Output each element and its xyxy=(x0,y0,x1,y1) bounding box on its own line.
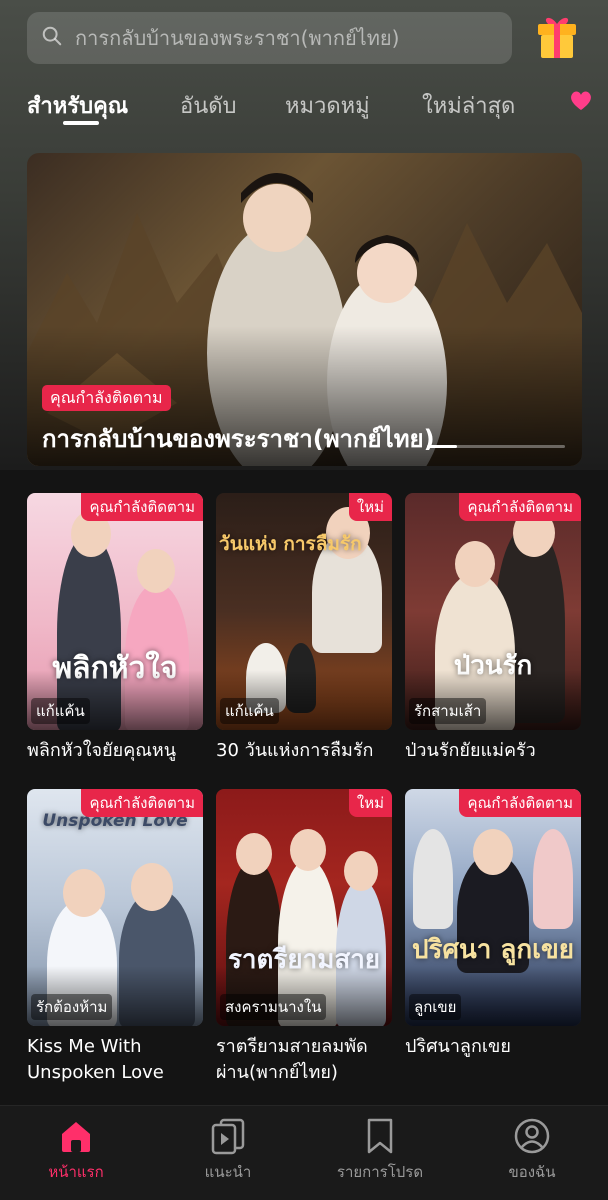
poster: ปริศนา ลูกเขย คุณกำลังติดตาม ลูกเขย xyxy=(405,789,581,1026)
poster-art-title: 30 วันแห่ง การลืมรัก xyxy=(216,533,362,555)
following-tag: คุณกำลังติดตาม xyxy=(459,493,581,521)
hero-title: การกลับบ้านของพระราชา(พากย์ไทย) xyxy=(42,425,435,453)
genre-label: แก้แค้น xyxy=(220,698,279,724)
card-title: ป่วนรักยัยแม่ครัว xyxy=(405,740,536,761)
nav-label: ของฉัน xyxy=(508,1163,556,1181)
drama-card[interactable]: Unspoken Love คุณกำลังติดตาม รักต้องห้าม… xyxy=(27,789,203,1086)
heart-icon xyxy=(571,91,591,110)
poster: ราตรียามสาย ใหม่ สงครามนางใน xyxy=(216,789,392,1026)
following-badge: คุณกำลังติดตาม xyxy=(42,385,171,411)
new-tag: ใหม่ xyxy=(348,493,392,521)
poster: ป่วนรัก คุณกำลังติดตาม รักสามเส้า xyxy=(405,493,581,730)
card-title: พลิกหัวใจยัยคุณหนู xyxy=(27,740,177,761)
bookmark-icon xyxy=(367,1118,393,1154)
play-stack-icon xyxy=(211,1118,245,1155)
category-tabs: สำหรับคุณ อันดับ หมวดหมู่ ใหม่ล่าสุด xyxy=(27,88,608,128)
card-title: 30 วันแห่งการลืมรัก xyxy=(216,740,374,761)
nav-profile[interactable]: ของฉัน xyxy=(456,1116,608,1184)
genre-label: แก้แค้น xyxy=(31,698,90,724)
following-tag: คุณกำลังติดตาม xyxy=(81,493,203,521)
nav-recommend[interactable]: แนะนำ xyxy=(152,1116,304,1184)
drama-card[interactable]: 30 วันแห่ง การลืมรัก ใหม่ แก้แค้น 30 วัน… xyxy=(216,493,392,764)
nav-label: แนะนำ xyxy=(204,1163,252,1181)
drama-card[interactable]: ราตรียามสาย ใหม่ สงครามนางใน ราตรียามสาย… xyxy=(216,789,392,1086)
poster: 30 วันแห่ง การลืมรัก ใหม่ แก้แค้น xyxy=(216,493,392,730)
tab-for-you[interactable]: สำหรับคุณ xyxy=(27,88,128,123)
nav-label: หน้าแรก xyxy=(48,1163,104,1181)
genre-label: รักสามเส้า xyxy=(409,698,487,724)
search-icon xyxy=(41,25,63,51)
new-tag: ใหม่ xyxy=(348,789,392,817)
carousel-progress xyxy=(427,445,565,448)
active-tab-indicator xyxy=(63,121,99,125)
poster-art-title: ปริศนา ลูกเขย xyxy=(412,935,574,965)
home-icon xyxy=(62,1122,90,1152)
poster: Unspoken Love คุณกำลังติดตาม รักต้องห้าม xyxy=(27,789,203,1026)
nav-favorites[interactable]: รายการโปรด xyxy=(304,1116,456,1184)
card-title: ราตรียามสายลมพัดผ่าน(พากย์ไทย) xyxy=(216,1036,368,1083)
tab-newest[interactable]: ใหม่ล่าสุด xyxy=(422,88,515,123)
drama-card[interactable]: ปริศนา ลูกเขย คุณกำลังติดตาม ลูกเขย ปริศ… xyxy=(405,789,581,1060)
nav-home[interactable]: หน้าแรก xyxy=(0,1116,152,1184)
profile-icon xyxy=(514,1118,550,1154)
card-title: ปริศนาลูกเขย xyxy=(405,1036,511,1057)
tab-romance[interactable] xyxy=(568,88,598,114)
nav-label: รายการโปรด xyxy=(336,1163,424,1181)
genre-label: สงครามนางใน xyxy=(220,994,327,1020)
search-placeholder: การกลับบ้านของพระราชา(พากย์ไทย) xyxy=(75,26,400,50)
drama-card[interactable]: ป่วนรัก คุณกำลังติดตาม รักสามเส้า ป่วนรั… xyxy=(405,493,581,764)
hero-banner[interactable]: คุณกำลังติดตาม การกลับบ้านของพระราชา(พาก… xyxy=(27,153,582,466)
drama-card[interactable]: พลิกหัวใจ คุณกำลังติดตาม แก้แค้น พลิกหัว… xyxy=(27,493,203,764)
card-title: Kiss Me With Unspoken Love xyxy=(27,1036,164,1083)
poster: พลิกหัวใจ คุณกำลังติดตาม แก้แค้น xyxy=(27,493,203,730)
tab-categories[interactable]: หมวดหมู่ xyxy=(285,88,370,123)
genre-label: ลูกเขย xyxy=(409,994,462,1020)
gift-icon[interactable] xyxy=(536,12,578,60)
search-bar[interactable]: การกลับบ้านของพระราชา(พากย์ไทย) xyxy=(27,12,512,64)
bottom-nav: หน้าแรก แนะนำ รายการโปรด ของฉัน xyxy=(0,1105,608,1200)
tab-ranking[interactable]: อันดับ xyxy=(180,88,237,123)
following-tag: คุณกำลังติดตาม xyxy=(459,789,581,817)
genre-label: รักต้องห้าม xyxy=(31,994,113,1020)
following-tag: คุณกำลังติดตาม xyxy=(81,789,203,817)
